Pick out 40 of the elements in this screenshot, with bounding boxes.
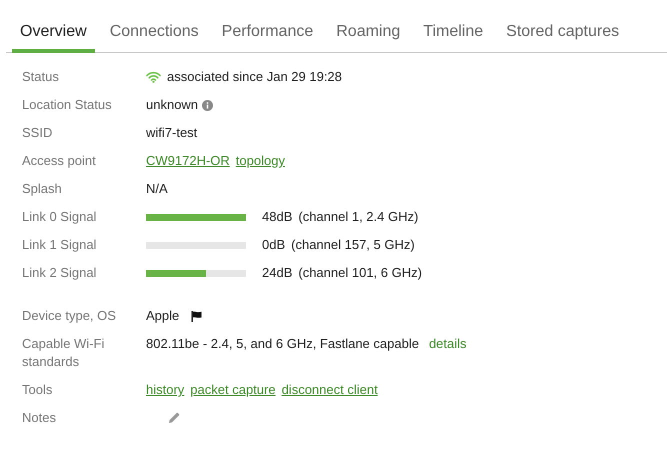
flag-icon[interactable] (191, 310, 202, 322)
wifi-icon (146, 71, 161, 83)
field-label: Splash (22, 180, 63, 198)
link[interactable]: packet capture (190, 381, 276, 399)
tab[interactable]: Roaming (328, 0, 408, 53)
field-label: Capable Wi-Fi standards (22, 335, 106, 371)
field-label: Access point (22, 152, 97, 170)
field-label: Location Status (22, 96, 113, 114)
field-value: Apple (146, 307, 180, 325)
tab[interactable]: Stored captures (498, 0, 628, 53)
link[interactable]: CW9172H-OR (146, 152, 230, 170)
tab[interactable]: Connections (102, 0, 207, 53)
field-label: Link 2 Signal (22, 264, 98, 282)
field-label: Link 0 Signal (22, 208, 98, 226)
link[interactable]: topology (236, 152, 285, 170)
channel-text: (channel 101, 6 GHz) (298, 264, 422, 282)
signal-reading: 48dB (262, 208, 292, 226)
field-label: Link 1 Signal (22, 236, 98, 254)
link[interactable]: history (146, 381, 184, 399)
field-label: Tools (22, 381, 54, 399)
tab[interactable]: Overview (12, 0, 95, 53)
pencil-icon[interactable] (168, 412, 180, 424)
field-label: Device type, OS (22, 307, 117, 325)
field-value: 802.11be - 2.4, 5, and 6 GHz, Fastlane capable (146, 335, 419, 353)
details-link[interactable]: details (428, 335, 467, 353)
link[interactable]: disconnect client (282, 381, 378, 399)
tab[interactable]: Performance (214, 0, 322, 53)
field-label: SSID (22, 124, 54, 142)
channel-text: (channel 1, 2.4 GHz) (298, 208, 418, 226)
field-value: unknown (146, 96, 198, 114)
field-value: N/A (146, 180, 168, 198)
signal-reading: 0dB (262, 236, 286, 254)
status-text: associated since Jan 29 19:28 (167, 68, 342, 86)
field-label: Notes (22, 409, 57, 427)
field-label: Status (22, 68, 60, 86)
info-icon[interactable] (202, 100, 214, 110)
tab[interactable]: Timeline (415, 0, 492, 53)
field-value: wifi7-test (146, 124, 198, 142)
channel-text: (channel 157, 5 GHz) (291, 236, 415, 254)
signal-reading: 24dB (262, 264, 292, 282)
